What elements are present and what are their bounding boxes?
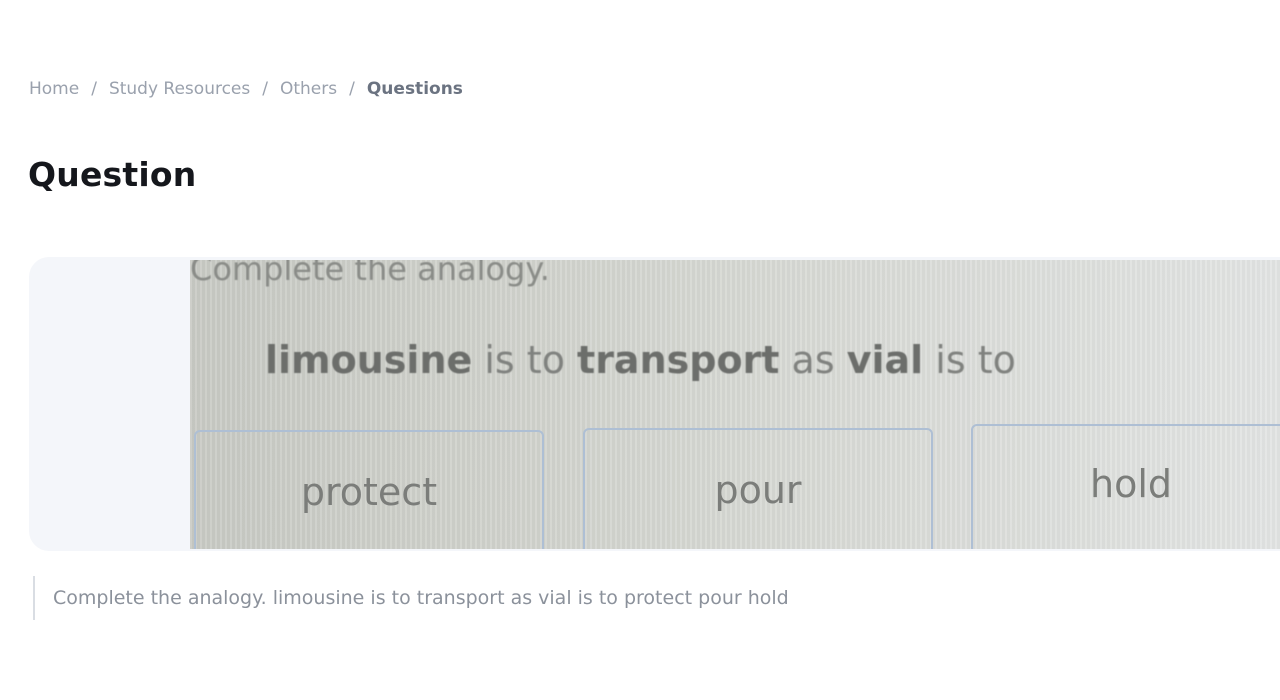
page-title: Question (28, 155, 197, 194)
analogy-word-transport: transport (577, 338, 780, 382)
analogy-connector: is to (923, 338, 1016, 382)
breadcrumb-home[interactable]: Home (29, 79, 79, 99)
breadcrumb: Home / Study Resources / Others / Questi… (29, 74, 463, 104)
breadcrumb-current: Questions (366, 79, 463, 99)
option-pour: pour (583, 428, 933, 549)
analogy-connector: as (779, 338, 847, 382)
analogy-connector: is to (472, 338, 578, 382)
question-caption: Complete the analogy. limousine is to tr… (33, 576, 789, 620)
photo-analogy-text: limousine is to transport as vial is to (265, 338, 1016, 382)
analogy-word-vial: vial (846, 338, 924, 382)
breadcrumb-separator: / (91, 79, 97, 99)
photo-prompt-text: Complete the analogy. (190, 260, 550, 288)
breadcrumb-others[interactable]: Others (280, 79, 337, 99)
option-hold: hold (971, 424, 1280, 549)
breadcrumb-study-resources[interactable]: Study Resources (109, 79, 250, 99)
question-image-card: Complete the analogy. limousine is to tr… (29, 257, 1280, 551)
question-photo[interactable]: Complete the analogy. limousine is to tr… (190, 260, 1280, 549)
page: Home / Study Resources / Others / Questi… (0, 0, 1280, 700)
breadcrumb-separator: / (349, 79, 355, 99)
analogy-word-limousine: limousine (265, 338, 473, 382)
breadcrumb-separator: / (262, 79, 268, 99)
option-protect: protect (194, 430, 544, 549)
